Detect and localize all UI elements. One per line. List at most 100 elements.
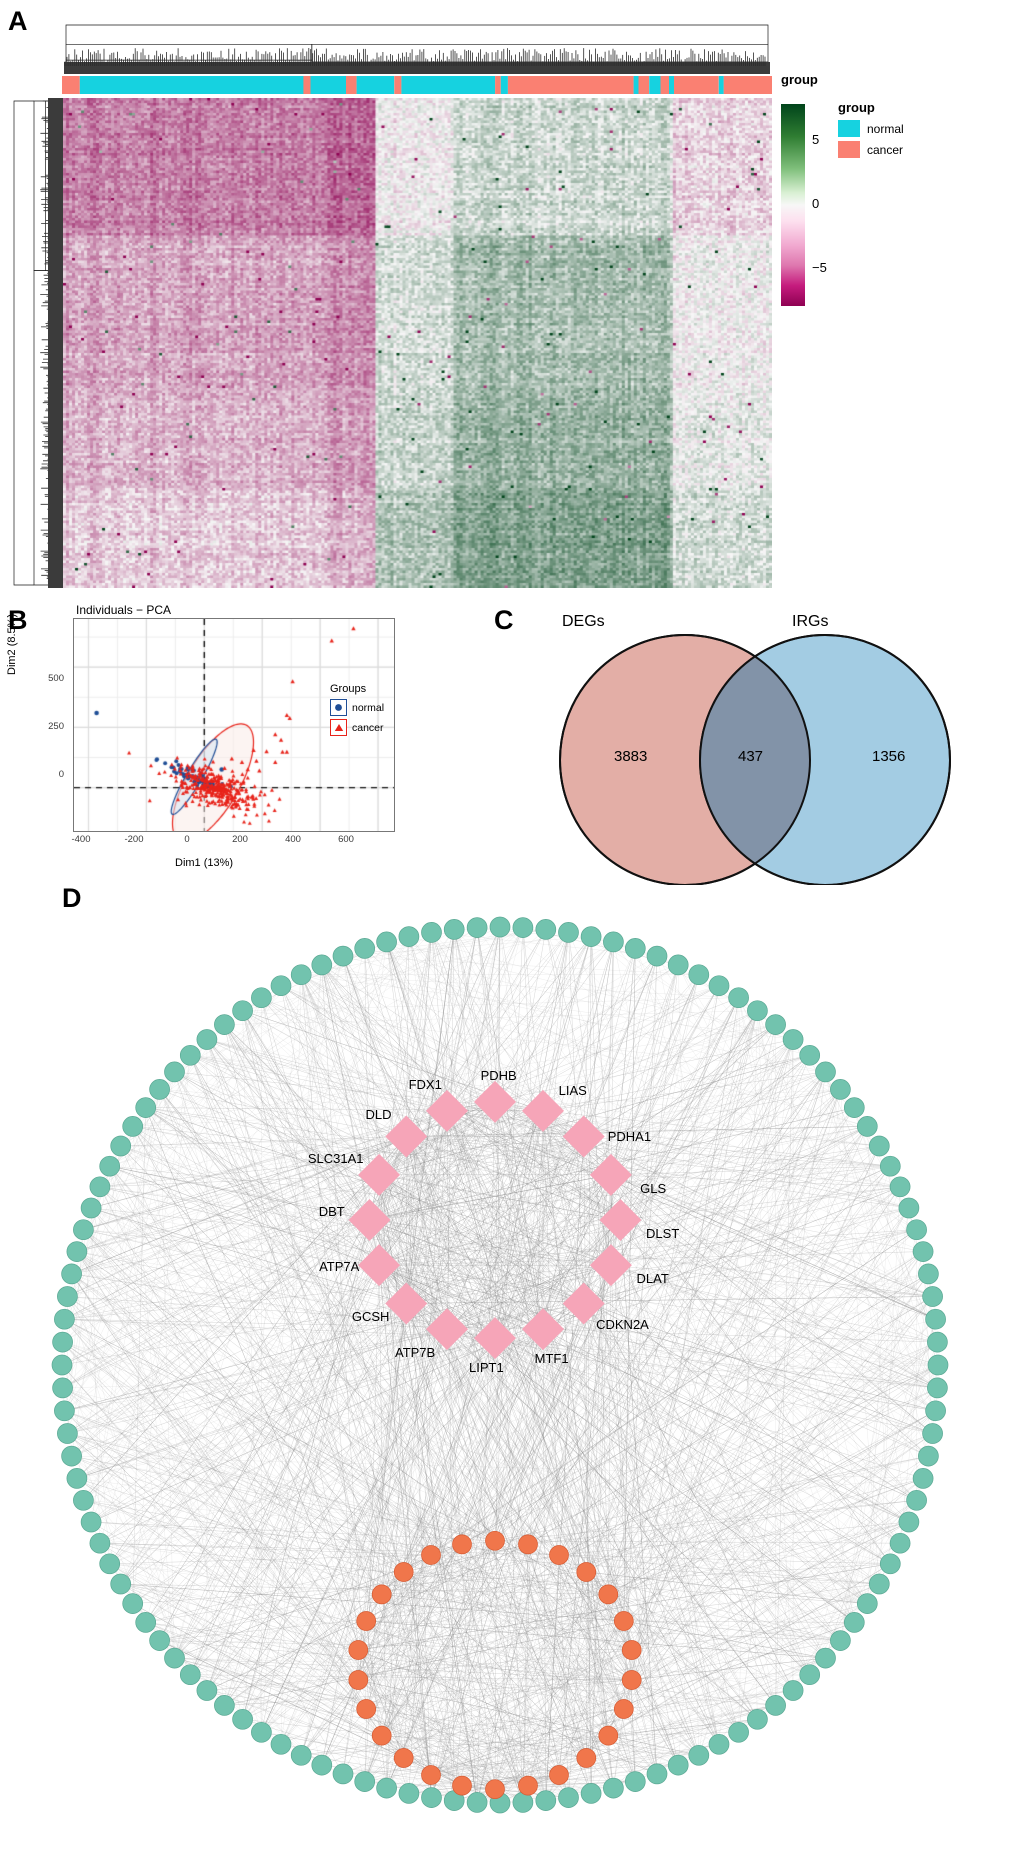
outer-gene-node[interactable]	[843, 1612, 865, 1633]
outer-gene-node[interactable]	[868, 1135, 890, 1157]
outer-gene-node[interactable]	[667, 1754, 689, 1776]
outer-gene-node[interactable]	[89, 1532, 111, 1554]
outer-gene-node[interactable]	[232, 1000, 253, 1022]
inner-gene-node[interactable]	[348, 1670, 369, 1690]
outer-gene-node[interactable]	[927, 1377, 948, 1399]
outer-gene-node[interactable]	[918, 1445, 939, 1467]
outer-gene-node[interactable]	[728, 987, 749, 1009]
outer-gene-node[interactable]	[99, 1155, 121, 1177]
outer-gene-node[interactable]	[354, 938, 376, 959]
outer-gene-node[interactable]	[603, 1777, 624, 1799]
outer-gene-node[interactable]	[135, 1097, 157, 1118]
outer-gene-node[interactable]	[57, 1423, 78, 1444]
outer-gene-node[interactable]	[179, 1044, 201, 1066]
outer-gene-node[interactable]	[54, 1400, 75, 1422]
outer-gene-node[interactable]	[251, 987, 272, 1009]
outer-gene-node[interactable]	[624, 938, 646, 959]
outer-gene-node[interactable]	[535, 919, 557, 940]
cuproptosis-gene-node[interactable]	[589, 1244, 632, 1287]
outer-gene-node[interactable]	[54, 1308, 75, 1330]
outer-gene-node[interactable]	[179, 1664, 201, 1686]
inner-gene-node[interactable]	[549, 1765, 569, 1785]
inner-gene-node[interactable]	[356, 1611, 377, 1631]
outer-gene-node[interactable]	[110, 1135, 132, 1157]
outer-gene-node[interactable]	[149, 1630, 170, 1651]
outer-gene-node[interactable]	[332, 945, 354, 967]
outer-gene-node[interactable]	[925, 1308, 946, 1330]
outer-gene-node[interactable]	[927, 1354, 949, 1376]
outer-gene-node[interactable]	[603, 931, 624, 953]
outer-gene-node[interactable]	[912, 1241, 934, 1262]
outer-gene-node[interactable]	[332, 1763, 354, 1785]
outer-gene-node[interactable]	[443, 919, 465, 940]
outer-gene-node[interactable]	[765, 1014, 786, 1035]
outer-gene-node[interactable]	[311, 954, 333, 976]
inner-gene-node[interactable]	[518, 1775, 538, 1796]
outer-gene-node[interactable]	[580, 1783, 602, 1804]
inner-gene-node[interactable]	[371, 1584, 392, 1605]
outer-gene-node[interactable]	[558, 922, 579, 943]
outer-gene-node[interactable]	[66, 1468, 88, 1489]
outer-gene-node[interactable]	[311, 1754, 333, 1776]
outer-gene-node[interactable]	[535, 1790, 557, 1811]
outer-gene-node[interactable]	[889, 1532, 911, 1554]
inner-gene-node[interactable]	[348, 1640, 369, 1660]
outer-gene-node[interactable]	[512, 917, 534, 938]
inner-gene-node[interactable]	[621, 1640, 642, 1660]
outer-gene-node[interactable]	[898, 1511, 920, 1533]
inner-gene-node[interactable]	[393, 1748, 414, 1768]
outer-gene-node[interactable]	[466, 917, 488, 938]
outer-gene-node[interactable]	[89, 1176, 111, 1198]
outer-gene-node[interactable]	[688, 1744, 710, 1766]
outer-gene-node[interactable]	[856, 1116, 878, 1137]
outer-gene-node[interactable]	[925, 1400, 946, 1422]
outer-gene-node[interactable]	[708, 975, 730, 997]
outer-gene-node[interactable]	[80, 1197, 102, 1219]
outer-gene-node[interactable]	[66, 1241, 88, 1262]
outer-gene-node[interactable]	[906, 1489, 927, 1511]
outer-gene-node[interactable]	[830, 1630, 851, 1651]
inner-gene-node[interactable]	[621, 1670, 642, 1690]
outer-gene-node[interactable]	[558, 1787, 579, 1808]
outer-gene-node[interactable]	[270, 975, 292, 997]
inner-gene-node[interactable]	[485, 1530, 505, 1551]
inner-gene-node[interactable]	[576, 1748, 597, 1768]
inner-gene-node[interactable]	[613, 1699, 634, 1719]
outer-gene-node[interactable]	[122, 1116, 144, 1137]
outer-gene-node[interactable]	[196, 1029, 218, 1050]
outer-gene-node[interactable]	[765, 1695, 786, 1716]
outer-gene-node[interactable]	[879, 1155, 901, 1177]
outer-gene-node[interactable]	[214, 1695, 235, 1716]
inner-gene-node[interactable]	[598, 1725, 619, 1746]
outer-gene-node[interactable]	[868, 1573, 890, 1595]
outer-gene-node[interactable]	[879, 1553, 901, 1575]
outer-gene-node[interactable]	[830, 1079, 851, 1100]
outer-gene-node[interactable]	[747, 1000, 768, 1022]
outer-gene-node[interactable]	[135, 1612, 157, 1633]
outer-gene-node[interactable]	[856, 1593, 878, 1614]
outer-gene-node[interactable]	[624, 1771, 646, 1792]
inner-gene-node[interactable]	[549, 1545, 569, 1565]
outer-gene-node[interactable]	[164, 1647, 185, 1669]
inner-gene-node[interactable]	[598, 1584, 619, 1605]
outer-gene-node[interactable]	[815, 1061, 836, 1083]
outer-gene-node[interactable]	[73, 1219, 94, 1241]
outer-gene-node[interactable]	[52, 1331, 73, 1353]
outer-gene-node[interactable]	[646, 945, 668, 967]
outer-gene-node[interactable]	[912, 1468, 934, 1489]
outer-gene-node[interactable]	[164, 1061, 185, 1083]
outer-gene-node[interactable]	[580, 926, 602, 947]
outer-gene-node[interactable]	[251, 1721, 272, 1743]
outer-gene-node[interactable]	[843, 1097, 865, 1118]
outer-gene-node[interactable]	[57, 1286, 78, 1307]
outer-gene-node[interactable]	[421, 922, 442, 943]
outer-gene-node[interactable]	[270, 1733, 292, 1755]
inner-gene-node[interactable]	[518, 1534, 538, 1555]
inner-gene-node[interactable]	[613, 1611, 634, 1631]
inner-gene-node[interactable]	[452, 1534, 472, 1555]
outer-gene-node[interactable]	[290, 964, 312, 986]
outer-gene-node[interactable]	[708, 1733, 730, 1755]
outer-gene-node[interactable]	[815, 1647, 836, 1669]
outer-gene-node[interactable]	[512, 1792, 534, 1813]
cuproptosis-gene-node[interactable]	[562, 1115, 605, 1158]
